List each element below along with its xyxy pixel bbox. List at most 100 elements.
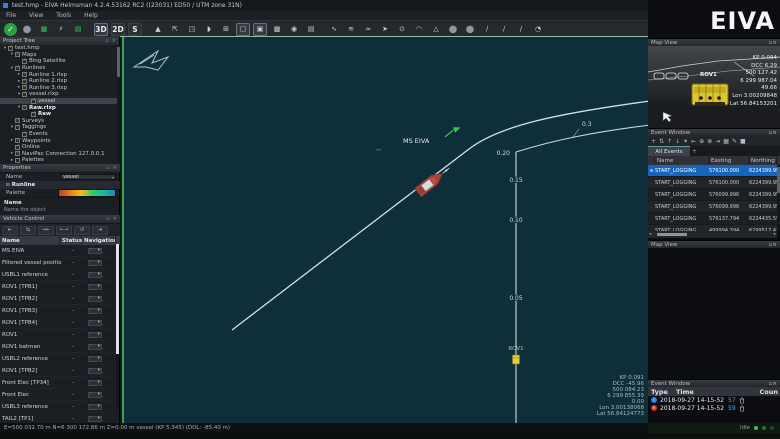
last-event-icon[interactable]: ⇥ (715, 138, 720, 145)
vehicle-scrollbar[interactable] (116, 244, 119, 409)
expander-icon[interactable]: ⊞ (6, 183, 10, 188)
vehicle-row[interactable]: ROV1 [TPB4] - - ▾ (0, 317, 116, 329)
follow-mode-icon[interactable]: ⇆ (20, 225, 36, 235)
menu-tools[interactable]: Tools (56, 12, 71, 19)
record-button-icon[interactable]: ● (20, 23, 34, 36)
vehicle-row[interactable]: ROV1 batman - - ▾ (0, 341, 116, 353)
nav-clip-dropdown[interactable]: - ▾ (88, 415, 102, 422)
profile-view-1-icon[interactable]: ∿ (327, 23, 341, 36)
checkbox-icon[interactable] (15, 157, 20, 163)
start-button-icon[interactable]: ✓ (4, 22, 17, 36)
route-tool-icon[interactable]: ➤ (378, 23, 392, 36)
center-mode-icon[interactable]: →← (38, 225, 54, 235)
vehicle-row[interactable]: ROV1 [TPB2] - - ▾ (0, 365, 116, 377)
vehicle-row[interactable]: Filtered vessel position - - ▾ (0, 257, 116, 269)
vehicle-row[interactable]: MS EIVA - - ▾ (0, 245, 116, 257)
add-event-icon[interactable]: + (651, 138, 656, 145)
swap-order-icon[interactable]: ⇅ (659, 138, 664, 145)
vehicle-row[interactable]: USBL3 reference - - ▾ (0, 401, 116, 413)
first-event-icon[interactable]: ⇤ (691, 138, 696, 145)
vehicle-row[interactable]: USBL2 reference - - ▾ (0, 353, 116, 365)
checkbox-icon[interactable] (22, 72, 27, 78)
remove-event-icon[interactable]: ⊗ (707, 138, 712, 145)
tree-item-vessel[interactable]: vessel (0, 97, 120, 105)
rotate-view-icon[interactable]: ◳ (185, 23, 199, 36)
checkbox-icon[interactable] (31, 111, 36, 117)
scroll-left-icon[interactable]: ◂ (648, 232, 652, 237)
map-view-1[interactable]: ROV1 KP 0.094 DCC 6.29 500 127.42 6 299 … (648, 46, 780, 128)
scroll-right-icon[interactable]: ▸ (773, 232, 777, 237)
waypoint-tool-icon[interactable]: ⊙ (395, 23, 409, 36)
grid-toggle-icon[interactable]: ⊞ (219, 23, 233, 36)
nav-clip-dropdown[interactable]: - ▾ (88, 355, 102, 362)
nav-clip-dropdown[interactable]: - ▾ (88, 367, 102, 374)
tree-item-surveys[interactable]: Surveys (0, 118, 120, 125)
nav-clip-dropdown[interactable]: - ▾ (88, 403, 102, 410)
tree-item-taggings[interactable]: ▾Taggings (0, 124, 120, 131)
view-3d-button[interactable]: 3D (94, 22, 108, 36)
dock-left-icon[interactable]: ⇤ (2, 225, 18, 235)
tab-all-events[interactable]: All Events (648, 146, 690, 156)
checkbox-icon[interactable] (8, 45, 13, 51)
close-panel-icon[interactable]: × (113, 216, 117, 222)
target-event-icon[interactable]: ⊕ (699, 138, 704, 145)
checkbox-icon[interactable] (31, 98, 36, 104)
vehicle-row[interactable]: ROV1 [TPB1] - - ▾ (0, 281, 116, 293)
tree-item-waypoints[interactable]: ▸Waypoints (0, 137, 120, 144)
tree-item-raw[interactable]: Raw (0, 111, 120, 118)
menu-file[interactable]: File (6, 12, 16, 19)
tree-item-raw-rlxp[interactable]: ▾Raw.rlxp (0, 104, 120, 111)
pan-tool-icon[interactable]: ◗ (202, 23, 216, 36)
nav-clip-dropdown[interactable]: - ▾ (88, 391, 102, 398)
main-map-view[interactable]: 0.3 0.20 0.15 0.10 0.05 MS EIVA ROV1 KP … (122, 37, 650, 423)
nav-clip-dropdown[interactable]: - ▾ (88, 283, 102, 290)
event-hscrollbar[interactable]: ◂ ▸ (648, 231, 777, 238)
tree-item-runline3[interactable]: ▸Runline 3.rlxp (0, 85, 120, 92)
region-tool-icon[interactable]: ▢ (236, 22, 250, 36)
logging-grid-icon[interactable]: ▦ (37, 23, 51, 36)
line-tool-1-icon[interactable]: ∕ (480, 23, 494, 36)
line-tool-3-icon[interactable]: ∕ (514, 23, 528, 36)
tree-item-events[interactable]: Events (0, 131, 120, 138)
frame-vessel-icon[interactable]: ⇱ (168, 23, 182, 36)
nav-clip-dropdown[interactable]: - ▾ (88, 379, 102, 386)
battery-status-icon[interactable]: ▤ (71, 23, 85, 36)
vehicle-row[interactable]: Front Elec [TP34] - - ▾ (0, 377, 116, 389)
view-2d-button[interactable]: 2D (111, 22, 125, 36)
edit-event-icon[interactable]: ✎ (732, 138, 737, 145)
clock-tool-icon[interactable]: ◔ (531, 23, 545, 36)
trash-icon[interactable] (739, 396, 745, 404)
move-down-icon[interactable]: ↓ (675, 138, 680, 145)
vehicle-row[interactable]: ROV1 [TPB2] - - ▾ (0, 293, 116, 305)
circle-button-1-icon[interactable]: ● (446, 23, 460, 36)
event2-row[interactable]: i 2018-09-27 14-15-52 57 (648, 396, 780, 404)
vehicle-row[interactable]: ROV1 [TPB3] - - ▾ (0, 305, 116, 317)
line-tool-2-icon[interactable]: ∕ (497, 23, 511, 36)
angle-tool-icon[interactable]: △ (429, 23, 443, 36)
close-panel-icon[interactable]: × (113, 165, 117, 171)
highlight-event-icon[interactable]: ✶ (683, 138, 688, 145)
profile-view-3-icon[interactable]: ≈ (361, 23, 375, 36)
checkbox-icon[interactable] (22, 131, 27, 137)
event-row[interactable]: START_LOGGING 576100.000 6224399.99 (648, 177, 777, 189)
event-row[interactable]: START_LOGGING 576100.000 6224399.99 (648, 165, 777, 177)
circle-button-2-icon[interactable]: ● (463, 23, 477, 36)
event-row[interactable]: START_LOGGING 576137.794 6224435.59 (648, 213, 777, 225)
checkbox-icon[interactable] (22, 78, 27, 84)
close-panel-icon[interactable]: × (772, 130, 777, 136)
profile-view-2-icon[interactable]: ≋ (344, 23, 358, 36)
checkbox-icon[interactable] (15, 65, 20, 71)
dock-right-icon[interactable]: ⇥ (92, 225, 108, 235)
tree-item-root[interactable]: ▾test.hmp (0, 45, 120, 52)
nav-clip-dropdown[interactable]: - ▾ (88, 343, 102, 350)
checkbox-icon[interactable] (22, 58, 27, 64)
view-s-button[interactable]: S (128, 22, 142, 36)
tree-item-runline2[interactable]: ▸Runline 2.rlxp (0, 78, 120, 85)
add-tab-icon[interactable]: + (690, 147, 699, 156)
connection-icon[interactable]: ⚡ (54, 23, 68, 36)
close-panel-icon[interactable]: × (112, 38, 116, 44)
checkbox-icon[interactable] (15, 151, 20, 157)
event-row[interactable]: START_LOGGING 576099.996 6224399.99 (648, 201, 777, 213)
tree-item-runline1[interactable]: ▸Runline 1.rlxp (0, 71, 120, 78)
move-up-icon[interactable]: ↑ (667, 138, 672, 145)
